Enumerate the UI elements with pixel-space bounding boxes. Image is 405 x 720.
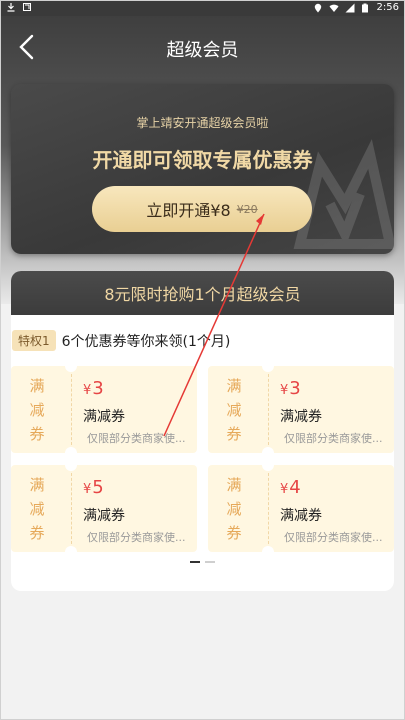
- coupon-type-text: 满减券: [226, 377, 242, 443]
- notification-icon: [22, 2, 32, 12]
- status-bar: 2:56: [0, 0, 405, 16]
- original-price: ¥20: [236, 202, 258, 216]
- coupon-amount: ¥3: [280, 378, 301, 399]
- coupon-desc: 仅限部分类商家使...: [284, 531, 383, 544]
- coupon-desc: 仅限部分类商家使...: [87, 432, 186, 445]
- wifi-icon: [329, 3, 339, 13]
- coupon-amount: ¥4: [280, 477, 301, 498]
- currency-symbol: ¥: [280, 383, 289, 398]
- coupon-name: 满减券: [280, 409, 322, 425]
- carousel-dot-active: [190, 561, 200, 563]
- currency-symbol: ¥: [83, 482, 92, 497]
- card-subtitle: 掌上靖安开通超级会员啦: [136, 116, 269, 130]
- coupon-type-text: 满减券: [29, 377, 45, 443]
- coupon-divider: [71, 374, 72, 445]
- privilege-tag: 特权1: [12, 330, 56, 351]
- coupon-card[interactable]: 满减券 ¥4 满减券 仅限部分类商家使...: [208, 459, 394, 558]
- status-right-icons: 2:56: [313, 2, 399, 13]
- coupon-card[interactable]: 满减券 ¥3 满减券 仅限部分类商家使...: [208, 360, 394, 459]
- download-icon: [6, 2, 16, 12]
- coupon-amount: ¥5: [83, 477, 104, 498]
- coupon-notch: [65, 360, 77, 372]
- currency-symbol: ¥: [280, 482, 289, 497]
- coupon-notch: [65, 546, 77, 558]
- coupon-notch: [262, 447, 274, 459]
- promo-title: 8元限时抢购1个月超级会员: [11, 271, 394, 315]
- coupon-type-text: 满减券: [226, 476, 242, 542]
- battery-icon: [361, 3, 371, 13]
- coupon-desc: 仅限部分类商家使...: [284, 432, 383, 445]
- coupon-type-text: 满减券: [29, 476, 45, 542]
- carousel-indicator: [11, 561, 394, 563]
- coupon-divider: [268, 473, 269, 544]
- card-headline: 开通即可领取专属优惠券: [92, 148, 313, 172]
- coupon-amount: ¥3: [83, 378, 104, 399]
- coupon-divider: [268, 374, 269, 445]
- privilege-row: 特权1 6个优惠券等你来领(1个月): [12, 330, 230, 351]
- promo-title-text: 8元限时抢购1个月超级会员: [104, 285, 301, 304]
- signal-icon: [345, 3, 355, 13]
- coupon-value: 4: [289, 477, 301, 498]
- coupon-notch: [262, 546, 274, 558]
- coupon-notch: [65, 459, 77, 471]
- coupon-name: 满减券: [280, 508, 322, 524]
- coupon-divider: [71, 473, 72, 544]
- coupon-card[interactable]: 满减券 ¥3 满减券 仅限部分类商家使...: [11, 360, 197, 459]
- coupon-desc: 仅限部分类商家使...: [87, 531, 186, 544]
- coupon-name: 满减券: [83, 409, 125, 425]
- membership-card: 掌上靖安开通超级会员啦 开通即可领取专属优惠券 立即开通¥8 ¥20: [11, 84, 394, 254]
- status-time: 2:56: [376, 2, 399, 13]
- privilege-text: 6个优惠券等你来领(1个月): [61, 333, 231, 350]
- activate-button-label: 立即开通¥8: [146, 201, 231, 220]
- carousel-dot: [205, 561, 215, 563]
- promo-panel: 8元限时抢购1个月超级会员 特权1 6个优惠券等你来领(1个月) 满减券 ¥3 …: [11, 271, 394, 591]
- page-title: 超级会员: [166, 40, 239, 61]
- coupon-value: 3: [289, 378, 301, 399]
- location-icon: [313, 3, 323, 13]
- coupon-name: 满减券: [83, 508, 125, 524]
- status-left-icons: [6, 2, 32, 12]
- coupon-card[interactable]: 满减券 ¥5 满减券 仅限部分类商家使...: [11, 459, 197, 558]
- coupon-notch: [65, 447, 77, 459]
- activate-now-button[interactable]: 立即开通¥8 ¥20: [92, 186, 312, 232]
- coupon-notch: [262, 360, 274, 372]
- coupon-value: 5: [92, 477, 104, 498]
- coupon-notch: [262, 459, 274, 471]
- coupon-value: 3: [92, 378, 104, 399]
- currency-symbol: ¥: [83, 383, 92, 398]
